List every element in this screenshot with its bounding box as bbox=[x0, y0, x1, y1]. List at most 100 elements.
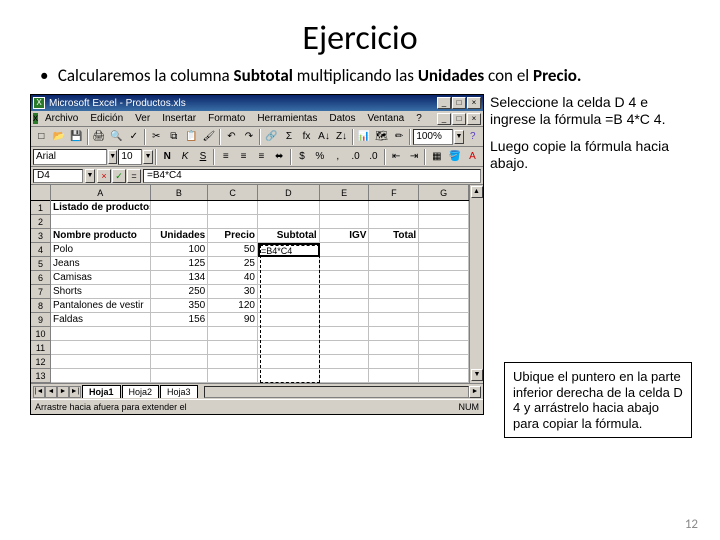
cell[interactable]: Subtotal bbox=[258, 229, 320, 243]
cell[interactable] bbox=[151, 369, 209, 383]
cell[interactable] bbox=[208, 355, 258, 369]
cell[interactable] bbox=[320, 313, 370, 327]
menu-datos[interactable]: Datos bbox=[324, 112, 360, 125]
maximize-button[interactable]: □ bbox=[452, 97, 466, 109]
row-header[interactable]: 6 bbox=[31, 271, 50, 285]
zoom-combo[interactable]: 100% bbox=[413, 129, 453, 145]
cell[interactable] bbox=[419, 271, 469, 285]
map-icon[interactable]: 🗺 bbox=[373, 129, 390, 145]
cell[interactable] bbox=[419, 313, 469, 327]
cell[interactable] bbox=[258, 299, 320, 313]
cell[interactable]: 134 bbox=[151, 271, 209, 285]
italic-button[interactable]: K bbox=[177, 149, 194, 165]
cell[interactable]: Unidades bbox=[151, 229, 209, 243]
cell[interactable] bbox=[51, 327, 151, 341]
menu-archivo[interactable]: Archivo bbox=[40, 112, 83, 125]
percent-icon[interactable]: % bbox=[311, 149, 328, 165]
cell[interactable] bbox=[419, 215, 469, 229]
row-header[interactable]: 5 bbox=[31, 257, 50, 271]
cell[interactable] bbox=[419, 229, 469, 243]
cell[interactable] bbox=[208, 201, 258, 215]
row-header[interactable]: 4 bbox=[31, 243, 50, 257]
col-header[interactable]: A bbox=[51, 185, 151, 200]
sheet-tab[interactable]: Hoja3 bbox=[160, 385, 198, 398]
menu-ver[interactable]: Ver bbox=[130, 112, 155, 125]
cell[interactable]: 100 bbox=[151, 243, 209, 257]
cell[interactable] bbox=[208, 327, 258, 341]
font-dropdown-icon[interactable]: ▼ bbox=[108, 150, 117, 164]
cell[interactable] bbox=[369, 201, 419, 215]
copy-icon[interactable]: ⧉ bbox=[166, 129, 183, 145]
cell[interactable] bbox=[369, 243, 419, 257]
col-header[interactable]: E bbox=[320, 185, 370, 200]
print-icon[interactable]: 🖨 bbox=[91, 129, 108, 145]
cell[interactable]: Precio bbox=[208, 229, 258, 243]
borders-icon[interactable]: ▦ bbox=[428, 149, 445, 165]
sheet-tab[interactable]: Hoja2 bbox=[122, 385, 160, 398]
cell[interactable] bbox=[208, 215, 258, 229]
open-icon[interactable]: 📂 bbox=[51, 129, 68, 145]
cell[interactable] bbox=[369, 215, 419, 229]
cell[interactable] bbox=[320, 355, 370, 369]
cell[interactable]: 125 bbox=[151, 257, 209, 271]
cell[interactable] bbox=[258, 201, 320, 215]
cell[interactable] bbox=[258, 257, 320, 271]
cell[interactable] bbox=[369, 271, 419, 285]
cell[interactable] bbox=[369, 313, 419, 327]
preview-icon[interactable]: 🔍 bbox=[108, 129, 125, 145]
cell[interactable] bbox=[419, 369, 469, 383]
cell[interactable]: Polo bbox=[51, 243, 151, 257]
cell[interactable] bbox=[51, 215, 151, 229]
inc-decimal-icon[interactable]: .0 bbox=[347, 149, 364, 165]
currency-icon[interactable]: $ bbox=[294, 149, 311, 165]
underline-button[interactable]: S bbox=[195, 149, 212, 165]
size-dropdown-icon[interactable]: ▼ bbox=[143, 150, 152, 164]
select-all-corner[interactable] bbox=[31, 185, 50, 201]
cell[interactable] bbox=[320, 243, 370, 257]
cell[interactable] bbox=[320, 369, 370, 383]
spell-icon[interactable]: ✓ bbox=[126, 129, 143, 145]
fill-color-icon[interactable]: 🪣 bbox=[446, 149, 463, 165]
comma-icon[interactable]: , bbox=[329, 149, 346, 165]
cell[interactable]: 250 bbox=[151, 285, 209, 299]
cut-icon[interactable]: ✂ bbox=[148, 129, 165, 145]
cell[interactable] bbox=[51, 341, 151, 355]
cell[interactable] bbox=[419, 257, 469, 271]
cell[interactable] bbox=[419, 355, 469, 369]
cell[interactable]: 50 bbox=[208, 243, 258, 257]
scroll-right-icon[interactable]: ► bbox=[469, 386, 481, 398]
chart-icon[interactable]: 📊 bbox=[356, 129, 373, 145]
cell-grid[interactable]: A B C D E F G Listado de productos Nombr… bbox=[51, 185, 469, 383]
cell[interactable] bbox=[369, 327, 419, 341]
tab-nav-next-icon[interactable]: ► bbox=[57, 386, 69, 398]
cell[interactable] bbox=[258, 327, 320, 341]
zoom-dropdown-icon[interactable]: ▼ bbox=[454, 130, 463, 144]
vertical-scrollbar[interactable]: ▲ ▼ bbox=[469, 185, 483, 383]
row-header[interactable]: 2 bbox=[31, 215, 50, 229]
cell[interactable] bbox=[208, 369, 258, 383]
drawing-icon[interactable]: ✏ bbox=[391, 129, 408, 145]
name-box[interactable]: D4 bbox=[33, 169, 83, 183]
sort-desc-icon[interactable]: Z↓ bbox=[333, 129, 350, 145]
cell[interactable]: Jeans bbox=[51, 257, 151, 271]
cell[interactable]: 120 bbox=[208, 299, 258, 313]
cell[interactable] bbox=[51, 369, 151, 383]
menu-edicion[interactable]: Edición bbox=[85, 112, 128, 125]
cell[interactable] bbox=[320, 341, 370, 355]
namebox-dropdown-icon[interactable]: ▼ bbox=[85, 169, 95, 183]
cell[interactable]: Camisas bbox=[51, 271, 151, 285]
align-right-icon[interactable]: ≡ bbox=[253, 149, 270, 165]
cell[interactable]: Listado de productos bbox=[51, 201, 151, 215]
cell[interactable]: 350 bbox=[151, 299, 209, 313]
menu-ventana[interactable]: Ventana bbox=[362, 112, 409, 125]
close-button[interactable]: × bbox=[467, 97, 481, 109]
merge-icon[interactable]: ⬌ bbox=[271, 149, 288, 165]
cell[interactable] bbox=[51, 355, 151, 369]
cell[interactable] bbox=[320, 201, 370, 215]
align-center-icon[interactable]: ≡ bbox=[235, 149, 252, 165]
cell[interactable] bbox=[419, 285, 469, 299]
row-header[interactable]: 11 bbox=[31, 341, 50, 355]
horizontal-scrollbar[interactable] bbox=[204, 386, 469, 398]
cell[interactable] bbox=[369, 355, 419, 369]
cell[interactable]: Total bbox=[369, 229, 419, 243]
